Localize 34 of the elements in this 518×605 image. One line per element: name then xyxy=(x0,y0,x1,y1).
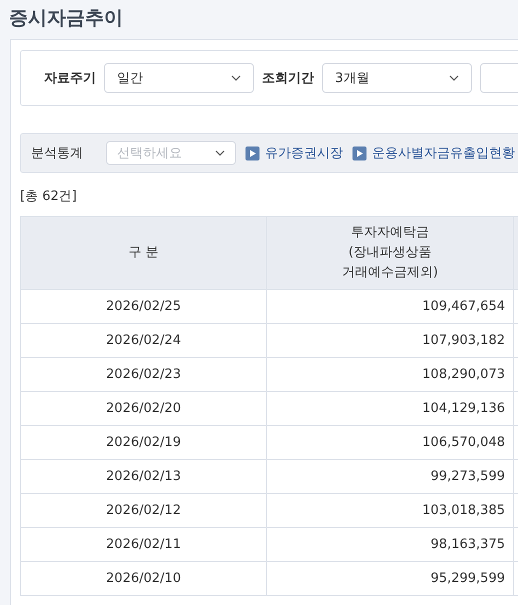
filter-label: 자료주기 xyxy=(44,70,96,87)
play-icon xyxy=(245,146,260,160)
table-cell: 2026/02/11 xyxy=(20,528,266,562)
column-header: 구 분 xyxy=(20,216,266,290)
chevron-down-icon xyxy=(231,75,241,81)
table-cell: 107,903,182 xyxy=(266,324,514,358)
column-header: 투자자예탁금 (장내파생상품 거래예수금제외) xyxy=(266,216,514,290)
table-cell: 103,018,385 xyxy=(266,494,514,528)
filter-label: 조회기간 xyxy=(262,70,314,87)
table-cell: 104,129,136 xyxy=(266,392,514,426)
table-cell: 2026/02/19 xyxy=(20,426,266,460)
chevron-down-icon xyxy=(449,75,459,81)
table-cell: 2026/02/23 xyxy=(20,358,266,392)
table-cell: 98,163,375 xyxy=(266,528,514,562)
table-cell: 2026/02/13 xyxy=(20,460,266,494)
table-cell: 2026/02/25 xyxy=(20,290,266,324)
play-icon xyxy=(352,146,367,160)
link[interactable]: 유가증권시장 xyxy=(265,144,343,162)
table-cell: 2026/02/24 xyxy=(20,324,266,358)
table-cell: 108,290,073 xyxy=(266,358,514,392)
table-cell: 2026/02/12 xyxy=(20,494,266,528)
table-cell: 2026/02/20 xyxy=(20,392,266,426)
table-cell: 95,299,599 xyxy=(266,562,514,596)
table-cell: 2026/02/10 xyxy=(20,562,266,596)
chevron-down-icon xyxy=(215,150,225,156)
analysis-label: 분석통계 xyxy=(31,145,83,162)
total-count: [총 62건] xyxy=(20,188,78,206)
select-field[interactable]: 일간 xyxy=(104,63,254,93)
table-cell: 109,467,654 xyxy=(266,290,514,324)
page-title: 증시자금추이 xyxy=(8,6,124,31)
table-cell: 106,570,048 xyxy=(266,426,514,460)
link[interactable]: 운용사별자금유출입현황 xyxy=(372,144,515,162)
select-field[interactable]: 3개월 xyxy=(322,63,472,93)
table-cell: 99,273,599 xyxy=(266,460,514,494)
